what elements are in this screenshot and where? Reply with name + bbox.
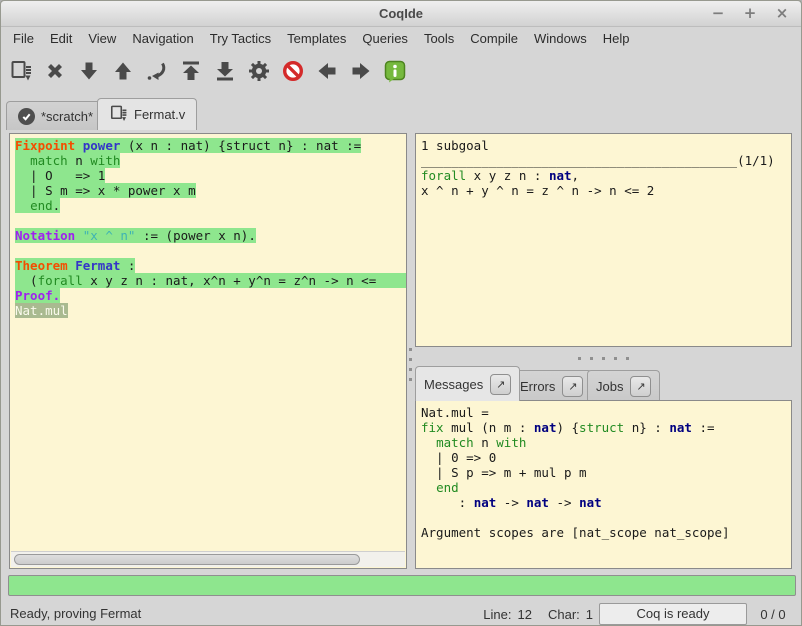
menu-item-compile[interactable]: Compile	[462, 29, 526, 48]
about-icon[interactable]	[383, 58, 407, 84]
menu-item-view[interactable]: View	[80, 29, 124, 48]
goals-pane[interactable]: 1 subgoal_______________________________…	[415, 133, 792, 347]
jobs-counter: 0 / 0	[753, 607, 793, 622]
char-label: Char:	[548, 607, 580, 622]
code-line: x ^ n + y ^ n = z ^ n -> n <= 2	[421, 183, 791, 198]
window-title: CoqIde	[1, 6, 801, 21]
char-value: 1	[586, 607, 593, 622]
line-value: 12	[518, 607, 532, 622]
status-message: Ready, proving Fermat	[10, 606, 141, 621]
window-controls: − + ×	[709, 3, 791, 23]
backward-one-icon[interactable]	[111, 58, 135, 84]
scrollbar-thumb[interactable]	[14, 554, 360, 565]
code-line: Fixpoint power (x n : nat) {struct n} : …	[15, 138, 406, 153]
script-editor[interactable]: Fixpoint power (x n : nat) {struct n} : …	[9, 133, 407, 569]
code-line: | S m => x * power x m	[15, 183, 406, 198]
detach-errors-icon[interactable]: ↗	[562, 376, 583, 397]
horizontal-splitter[interactable]	[415, 354, 792, 363]
menu-item-edit[interactable]: Edit	[42, 29, 80, 48]
progress-bar	[8, 575, 796, 596]
gear-icon[interactable]	[247, 58, 271, 84]
messages-pane[interactable]: Nat.mul = fix mul (n m : nat) {struct n}…	[415, 400, 792, 569]
code-line: ________________________________________…	[421, 153, 791, 168]
code-line: forall x y z n : nat,	[421, 168, 791, 183]
code-line: 1 subgoal	[421, 138, 791, 153]
code-line: Notation "x ^ n" := (power x n).	[15, 228, 406, 243]
toolbar	[9, 53, 407, 89]
code-line: Nat.mul	[15, 303, 406, 318]
save-icon[interactable]	[9, 58, 33, 84]
tab-label: Errors	[520, 379, 555, 394]
menu-item-file[interactable]: File	[5, 29, 42, 48]
back-icon[interactable]	[315, 58, 339, 84]
code-line	[15, 243, 406, 258]
coq-status-field: Coq is ready	[599, 603, 747, 625]
code-line: | 0 => 0	[421, 450, 791, 465]
menu-item-try-tactics[interactable]: Try Tactics	[202, 29, 279, 48]
go-to-start-icon[interactable]	[179, 58, 203, 84]
line-label: Line:	[483, 607, 511, 622]
code-line: Argument scopes are [nat_scope nat_scope…	[421, 525, 791, 540]
code-line	[421, 510, 791, 525]
code-line: (forall x y z n : nat, x^n + y^n = z^n -…	[15, 273, 406, 288]
vertical-splitter[interactable]	[406, 339, 415, 389]
interrupt-icon[interactable]	[281, 58, 305, 84]
code-line: match n with	[15, 153, 406, 168]
maximize-icon[interactable]: +	[741, 3, 759, 23]
code-line: fix mul (n m : nat) {struct n} : nat :=	[421, 420, 791, 435]
title-bar[interactable]: CoqIde − + ×	[1, 1, 801, 27]
tab-fermat[interactable]: Fermat.v	[97, 98, 197, 130]
menu-item-help[interactable]: Help	[595, 29, 638, 48]
tab-label: Fermat.v	[134, 107, 185, 122]
detach-jobs-icon[interactable]: ↗	[630, 376, 651, 397]
code-line: Theorem Fermat :	[15, 258, 406, 273]
code-line: | S p => m + mul p m	[421, 465, 791, 480]
status-bar: Ready, proving Fermat Line: 12 Char: 1 C…	[1, 601, 801, 626]
check-circle-icon	[18, 108, 35, 125]
detach-messages-icon[interactable]: ↗	[490, 374, 511, 395]
tab-scratch[interactable]: *scratch*	[6, 101, 105, 130]
messages-text: Nat.mul = fix mul (n m : nat) {struct n}…	[416, 401, 791, 540]
menu-item-windows[interactable]: Windows	[526, 29, 595, 48]
tab-messages[interactable]: Messages ↗	[415, 366, 520, 401]
menu-item-navigation[interactable]: Navigation	[124, 29, 201, 48]
go-to-end-icon[interactable]	[213, 58, 237, 84]
code-line: end.	[15, 198, 406, 213]
code-line	[15, 213, 406, 228]
save-page-icon	[109, 104, 128, 126]
code-line: Proof.	[15, 288, 406, 303]
tab-label: Messages	[424, 377, 483, 392]
tab-label: *scratch*	[41, 109, 93, 124]
tab-errors[interactable]: Errors ↗	[511, 370, 592, 401]
close-icon[interactable]: ×	[773, 3, 791, 23]
menu-item-templates[interactable]: Templates	[279, 29, 354, 48]
tab-jobs[interactable]: Jobs ↗	[587, 370, 660, 401]
code-line: : nat -> nat -> nat	[421, 495, 791, 510]
close-x-icon[interactable]	[43, 58, 67, 84]
goals-text: 1 subgoal_______________________________…	[416, 134, 791, 198]
menu-item-queries[interactable]: Queries	[354, 29, 416, 48]
horizontal-scrollbar[interactable]	[11, 551, 405, 567]
tab-label: Jobs	[596, 379, 623, 394]
script-code: Fixpoint power (x n : nat) {struct n} : …	[10, 134, 406, 318]
code-line: Nat.mul =	[421, 405, 791, 420]
code-line: end	[421, 480, 791, 495]
coqide-window: CoqIde − + × FileEditViewNavigationTry T…	[0, 0, 802, 626]
menu-item-tools[interactable]: Tools	[416, 29, 462, 48]
menu-bar: FileEditViewNavigationTry TacticsTemplat…	[5, 28, 797, 49]
code-line: | O => 1	[15, 168, 406, 183]
code-line: match n with	[421, 435, 791, 450]
minimize-icon[interactable]: −	[709, 3, 727, 23]
forward-one-icon[interactable]	[77, 58, 101, 84]
go-to-cursor-icon[interactable]	[145, 58, 169, 84]
forward-icon[interactable]	[349, 58, 373, 84]
